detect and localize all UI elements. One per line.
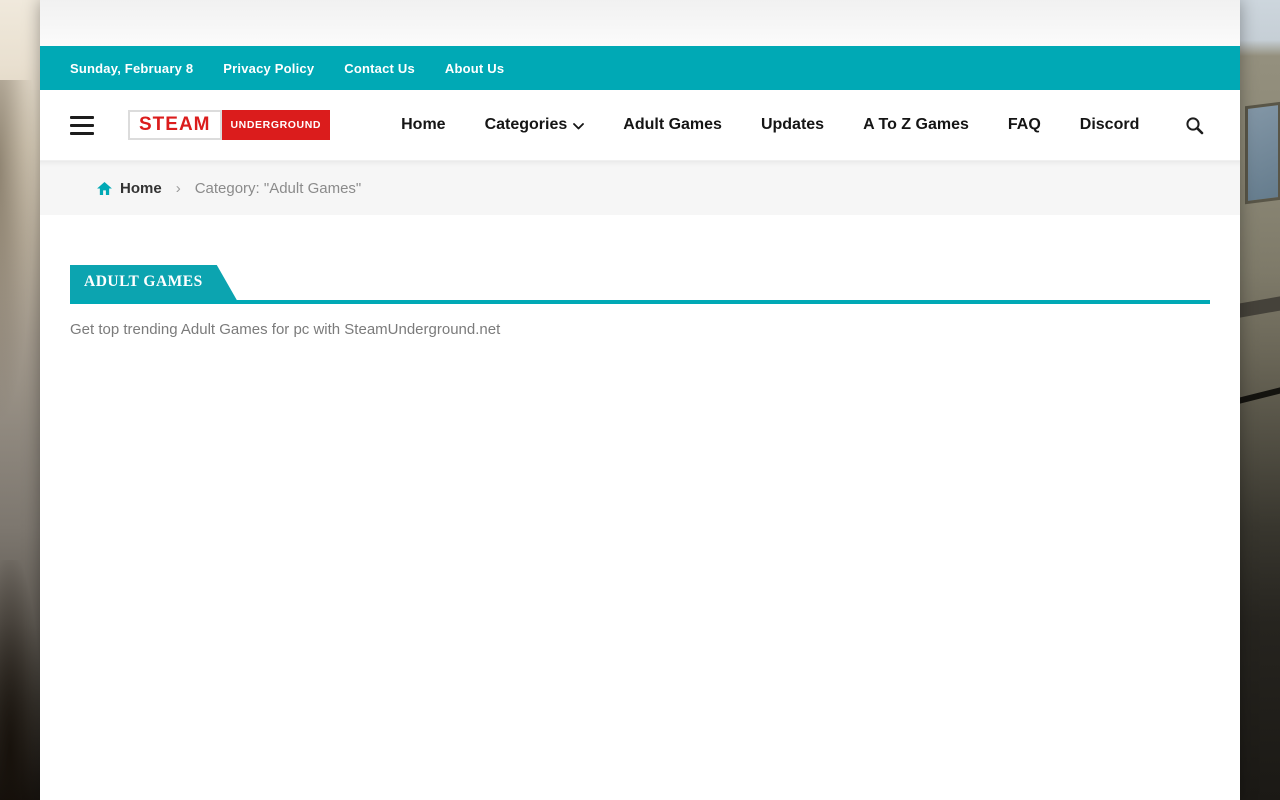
background-window xyxy=(1245,102,1280,204)
nav-label: Categories xyxy=(485,116,568,134)
topbar-date: Sunday, February 8 xyxy=(70,61,193,76)
nav-item-a-to-z-games[interactable]: A To Z Games xyxy=(863,116,969,134)
nav-label: Adult Games xyxy=(623,116,722,134)
breadcrumb-separator: › xyxy=(176,180,181,197)
nav-item-adult-games[interactable]: Adult Games xyxy=(623,116,722,134)
chevron-down-icon xyxy=(573,123,584,130)
section-title-badge: ADULT GAMES xyxy=(70,265,237,300)
page-container: Sunday, February 8 Privacy Policy Contac… xyxy=(40,0,1240,800)
background-beam xyxy=(1240,385,1280,405)
menu-icon[interactable] xyxy=(70,116,94,135)
background-shadow xyxy=(0,560,40,800)
logo-steam-text: STEAM xyxy=(128,110,222,140)
nav-item-updates[interactable]: Updates xyxy=(761,116,824,134)
main-nav: Home Categories Adult Games Updates A To… xyxy=(401,116,1139,134)
logo-underground-text: UNDERGROUND xyxy=(222,110,331,140)
nav-label: FAQ xyxy=(1008,116,1041,134)
topbar-link-contact-us[interactable]: Contact Us xyxy=(344,61,415,76)
nav-item-categories[interactable]: Categories xyxy=(485,116,585,134)
breadcrumb: Home › Category: "Adult Games" xyxy=(40,161,1240,215)
top-strip xyxy=(40,0,1240,46)
nav-label: Updates xyxy=(761,116,824,134)
main-header: STEAM UNDERGROUND Home Categories Adult … xyxy=(40,90,1240,161)
nav-item-home[interactable]: Home xyxy=(401,116,445,134)
search-button[interactable] xyxy=(1185,116,1210,135)
background-ledge xyxy=(1240,296,1280,319)
nav-item-discord[interactable]: Discord xyxy=(1080,116,1140,134)
section-header: ADULT GAMES xyxy=(70,265,1210,304)
background-art-left xyxy=(0,0,40,800)
breadcrumb-home-label: Home xyxy=(120,180,162,197)
background-silhouette xyxy=(0,80,34,420)
topbar-link-about-us[interactable]: About Us xyxy=(445,61,504,76)
search-icon xyxy=(1185,116,1204,135)
breadcrumb-home-link[interactable]: Home xyxy=(97,180,162,197)
nav-label: Home xyxy=(401,116,445,134)
breadcrumb-current: Category: "Adult Games" xyxy=(195,180,362,197)
site-logo[interactable]: STEAM UNDERGROUND xyxy=(128,110,330,140)
topbar: Sunday, February 8 Privacy Policy Contac… xyxy=(40,46,1240,90)
section-description: Get top trending Adult Games for pc with… xyxy=(70,321,1210,338)
background-art-right xyxy=(1240,0,1280,800)
home-icon xyxy=(97,182,112,195)
main-content: ADULT GAMES Get top trending Adult Games… xyxy=(40,215,1240,800)
nav-label: Discord xyxy=(1080,116,1140,134)
section-title-rule xyxy=(70,300,1210,304)
nav-label: A To Z Games xyxy=(863,116,969,134)
topbar-link-privacy-policy[interactable]: Privacy Policy xyxy=(223,61,314,76)
nav-item-faq[interactable]: FAQ xyxy=(1008,116,1041,134)
